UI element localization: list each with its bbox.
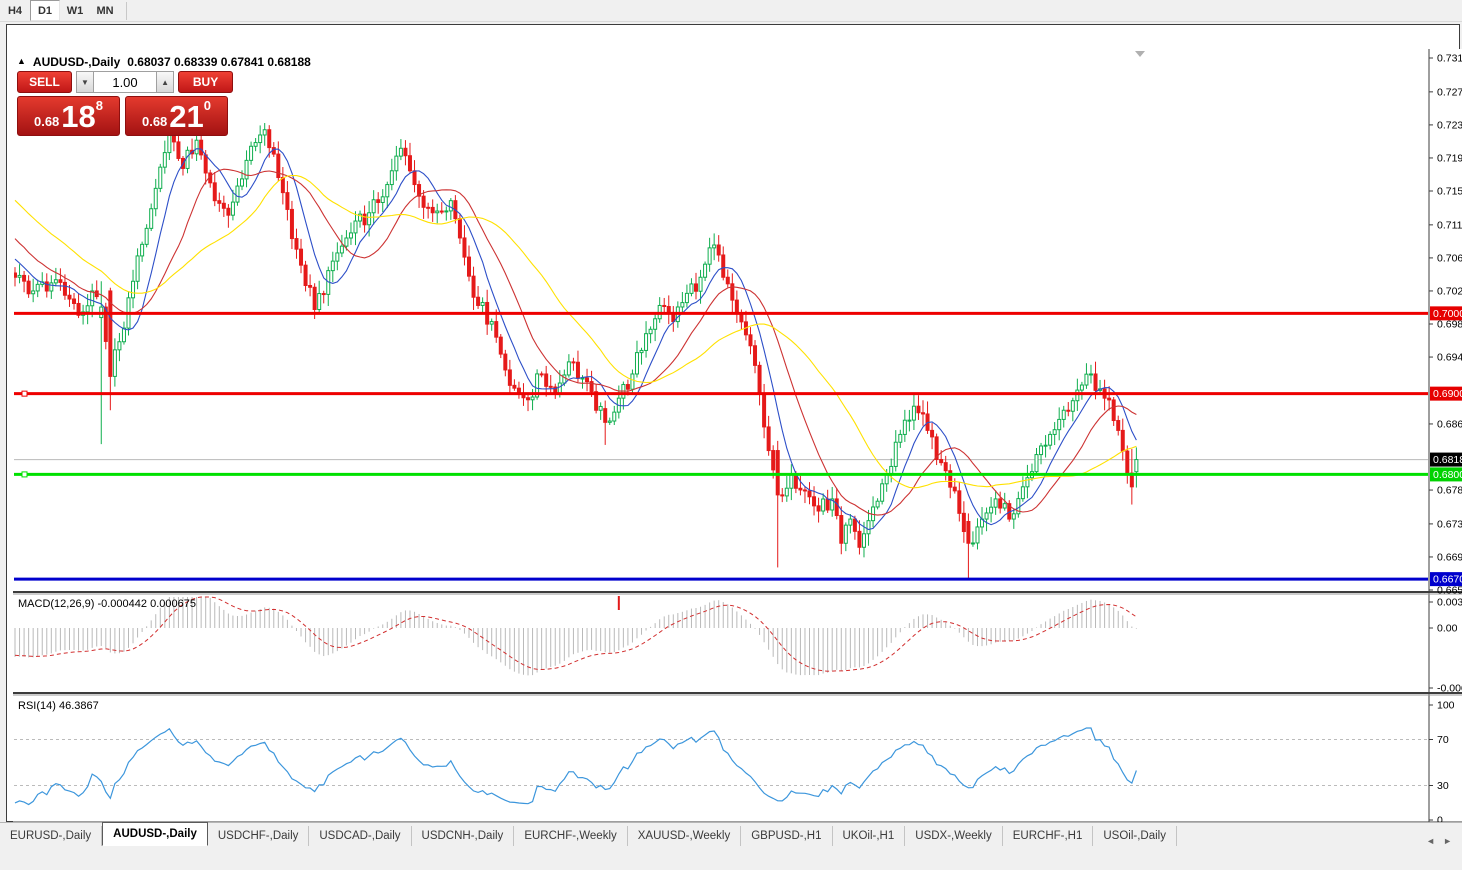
svg-text:0.68188: 0.68188 [1433,454,1462,466]
chart-ohlc-values: 0.68037 0.68339 0.67841 0.68188 [127,55,311,69]
svg-text:0.67810: 0.67810 [1437,485,1462,497]
svg-text:-0.00637: -0.00637 [1437,683,1462,695]
buy-button[interactable]: BUY [178,71,233,93]
sell-price-pips: 18 [61,99,96,134]
chart-tab-ukoil-h1[interactable]: UKOil-,H1 [833,826,906,846]
chart-tab-usdx-weekly[interactable]: USDX-,Weekly [905,826,1003,846]
svg-text:0.67390: 0.67390 [1437,518,1462,530]
svg-text:0.71520: 0.71520 [1437,185,1462,197]
svg-text:0.68630: 0.68630 [1437,418,1462,430]
timeframe-toolbar: H4 D1 W1 MN [0,0,1462,22]
toolbar-separator [126,1,127,20]
svg-text:0.70002: 0.70002 [1433,308,1462,320]
chart-tab-bar: EURUSD-,Daily AUDUSD-,Daily USDCHF-,Daily U… [0,822,1462,846]
svg-text:0.68004: 0.68004 [1433,469,1462,481]
volume-decrease-button[interactable]: ▼ [75,71,94,93]
svg-text:0.70690: 0.70690 [1437,252,1462,264]
chart-tab-usoil-daily[interactable]: USOil-,Daily [1093,826,1177,846]
buy-price-pipette: 0 [203,98,212,113]
svg-text:0.72750: 0.72750 [1437,86,1462,98]
chart-tab-usdchf-daily[interactable]: USDCHF-,Daily [208,826,310,846]
svg-text:0.70280: 0.70280 [1437,285,1462,297]
timeframe-button-mn[interactable]: MN [90,0,120,21]
chart-tab-eurusd-daily[interactable]: EURUSD-,Daily [0,826,103,846]
one-click-trading-panel: SELL ▼ ▲ BUY 0.68 18 8 0.68 21 0 [17,71,233,136]
svg-text:0.69460: 0.69460 [1437,352,1462,364]
svg-text:0.73170: 0.73170 [1437,53,1462,65]
chart-tab-eurchf-weekly[interactable]: EURCHF-,Weekly [514,826,628,846]
svg-text:0.66570: 0.66570 [1437,584,1462,596]
svg-text:0.00349: 0.00349 [1437,597,1462,609]
svg-text:0.66980: 0.66980 [1437,551,1462,563]
svg-text:70: 70 [1437,734,1449,746]
volume-increase-button[interactable]: ▲ [156,71,175,93]
buy-price-pips: 21 [169,99,204,134]
timeframe-button-w1[interactable]: W1 [60,0,90,21]
buy-price-figure: 0.68 [141,114,168,129]
chart-symbol-label: AUDUSD-,Daily [32,55,121,69]
sell-price-display[interactable]: 0.68 18 8 [17,96,120,136]
sell-price-pipette: 8 [95,98,104,113]
svg-text:100: 100 [1437,700,1455,712]
sell-price-figure: 0.68 [33,114,60,129]
chart-tab-usdcad-daily[interactable]: USDCAD-,Daily [309,826,412,846]
chart-tab-gbpusd-h1[interactable]: GBPUSD-,H1 [741,826,833,846]
svg-text:0.71100: 0.71100 [1437,219,1462,231]
svg-text:0.69006: 0.69006 [1433,388,1462,400]
chart-tab-xauusd-weekly[interactable]: XAUUSD-,Weekly [628,826,742,846]
svg-text:0.72340: 0.72340 [1437,119,1462,131]
chart-tab-usdcnh-daily[interactable]: USDCNH-,Daily [412,826,515,846]
svg-text:30: 30 [1437,780,1449,792]
volume-input[interactable] [94,71,156,93]
buy-price-display[interactable]: 0.68 21 0 [125,96,228,136]
rsi-label: RSI(14) 46.3867 [18,700,99,712]
chart-title: ▲ AUDUSD-,Daily 0.68037 0.68339 0.67841 … [17,55,311,69]
chart-tab-audusd-daily[interactable]: AUDUSD-,Daily [102,822,208,846]
sell-button[interactable]: SELL [17,71,72,93]
macd-label: MACD(12,26,9) -0.000442 0.000675 [18,598,196,610]
svg-text:0.66705: 0.66705 [1433,574,1462,586]
chart-tab-eurchf-h1[interactable]: EURCHF-,H1 [1003,826,1094,846]
timeframe-button-h4[interactable]: H4 [0,0,30,21]
svg-text:0.71930: 0.71930 [1437,152,1462,164]
price-chart-canvas[interactable]: 0.73170 0.72750 0.72340 0.71930 0.71520 0.711… [7,25,1462,870]
collapse-chart-icon[interactable]: ▲ [17,56,26,66]
timeframe-button-d1[interactable]: D1 [30,0,60,21]
svg-text:0.00: 0.00 [1437,623,1458,635]
chart-window: 0.73170 0.72750 0.72340 0.71930 0.71520 0.711… [6,24,1462,845]
